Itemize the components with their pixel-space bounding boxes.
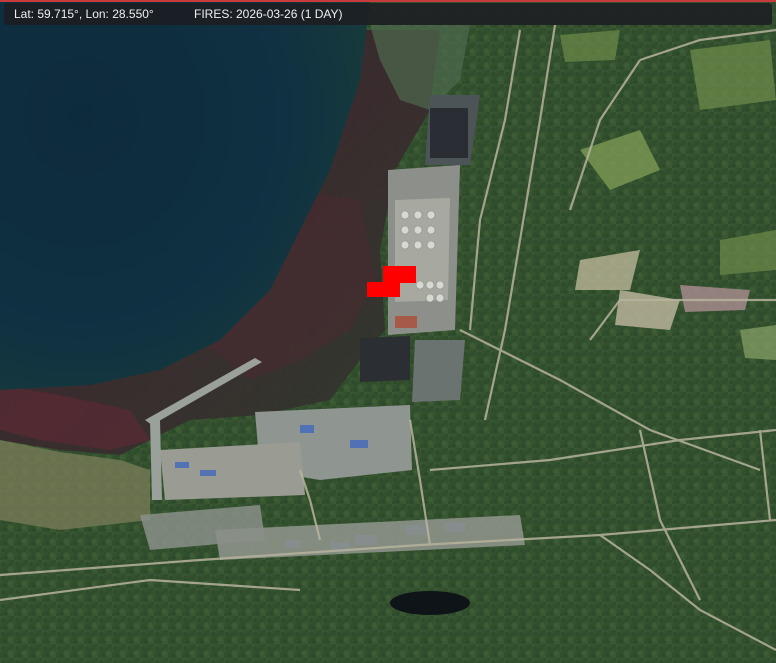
coal-storage-north: [430, 108, 468, 158]
satellite-basemap[interactable]: [0, 0, 776, 663]
top-accent-border: [0, 0, 776, 2]
cursor-coordinates: Lat: 59.715°, Lon: 28.550°: [14, 7, 154, 21]
small-lake: [390, 591, 470, 615]
red-roof-building: [395, 316, 417, 328]
map-viewport[interactable]: Lat: 59.715°, Lon: 28.550° FIRES: 2026-0…: [0, 0, 776, 663]
west-pier: [150, 420, 162, 500]
port-east-yard: [412, 340, 465, 402]
field-north-strip: [560, 30, 620, 62]
field-east-2: [690, 40, 776, 110]
port-south-west-yard: [160, 442, 305, 500]
fires-date-label: FIRES: 2026-03-26 (1 DAY): [194, 7, 343, 21]
field-east-7: [740, 325, 776, 360]
coal-storage-south: [360, 336, 410, 382]
map-info-bar: Lat: 59.715°, Lon: 28.550° FIRES: 2026-0…: [4, 3, 772, 25]
